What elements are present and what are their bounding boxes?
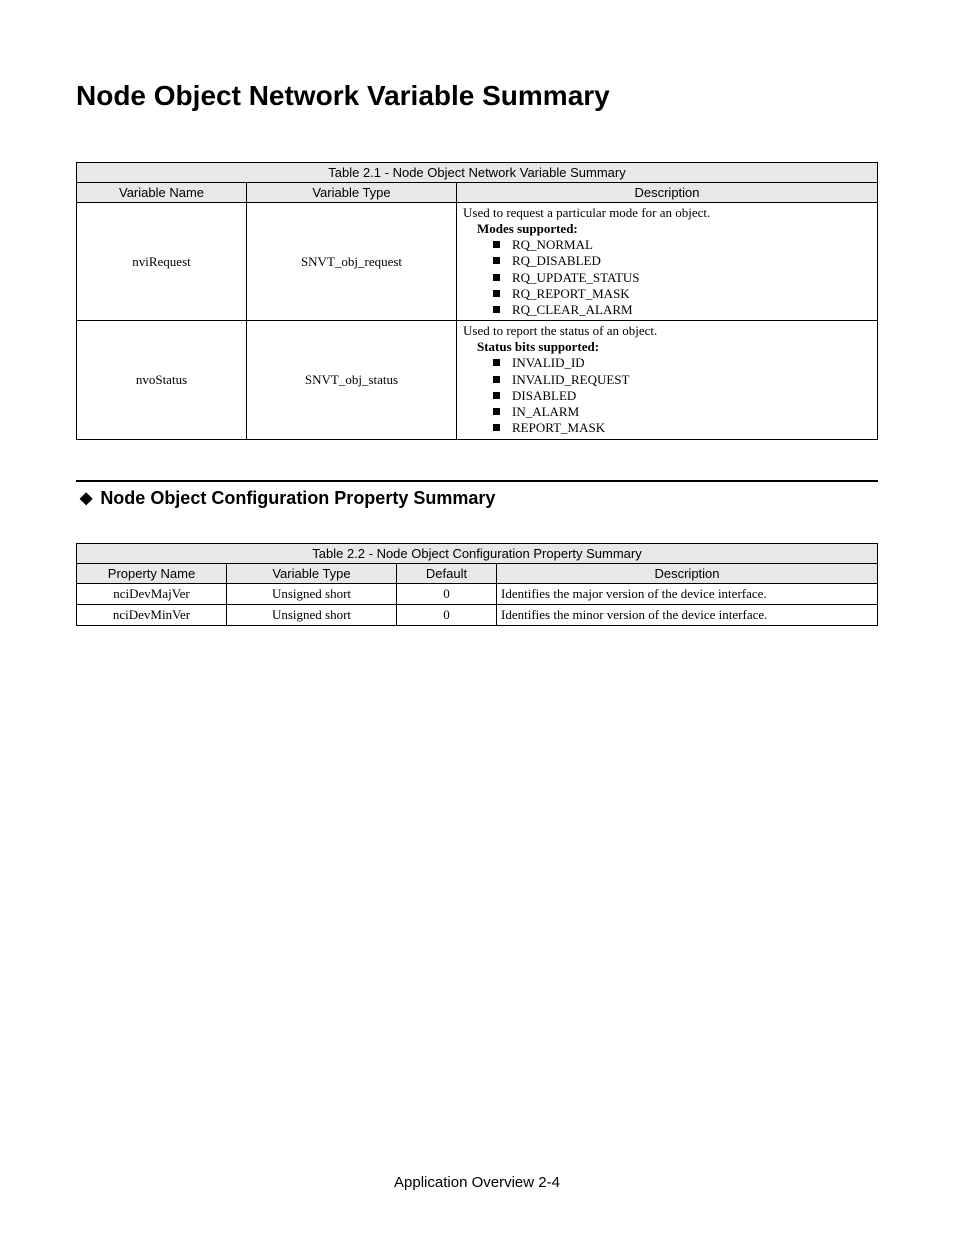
square-bullet-icon: [493, 376, 500, 383]
cell-prop-name: nciDevMinVer: [77, 604, 227, 625]
square-bullet-icon: [493, 359, 500, 366]
list-item: RQ_REPORT_MASK: [512, 286, 630, 301]
cell-default: 0: [397, 604, 497, 625]
list-item: RQ_UPDATE_STATUS: [512, 270, 640, 285]
caption-text: Table 2.2 - Node Object Configuration Pr…: [77, 543, 878, 563]
square-bullet-icon: [493, 424, 500, 431]
square-bullet-icon: [493, 290, 500, 297]
cell-prop-type: Unsigned short: [227, 583, 397, 604]
cell-default: 0: [397, 583, 497, 604]
section-divider: [76, 480, 878, 482]
table-network-vars: Table 2.1 - Node Object Network Variable…: [76, 162, 878, 440]
desc-subhead: Status bits supported:: [477, 339, 599, 354]
square-bullet-icon: [493, 306, 500, 313]
table-row: nviRequest SNVT_obj_request Used to requ…: [77, 203, 878, 321]
col-description: Description: [457, 183, 878, 203]
cell-description: Identifies the minor version of the devi…: [497, 604, 878, 625]
list-item: IN_ALARM: [512, 404, 579, 419]
desc-intro: Used to request a particular mode for an…: [463, 205, 710, 220]
list-item: REPORT_MASK: [512, 420, 605, 435]
col-variable-type: Variable Type: [227, 563, 397, 583]
list-item: INVALID_REQUEST: [512, 372, 629, 387]
table-row: nvoStatus SNVT_obj_status Used to report…: [77, 321, 878, 439]
table-row: nciDevMinVer Unsigned short 0 Identifies…: [77, 604, 878, 625]
square-bullet-icon: [493, 257, 500, 264]
cell-var-type: SNVT_obj_status: [247, 321, 457, 439]
page-footer: Application Overview 2-4: [0, 1174, 954, 1191]
square-bullet-icon: [493, 241, 500, 248]
list-item: RQ_CLEAR_ALARM: [512, 302, 633, 317]
desc-intro: Used to report the status of an object.: [463, 323, 657, 338]
cell-prop-name: nciDevMajVer: [77, 583, 227, 604]
cell-var-name: nvoStatus: [77, 321, 247, 439]
cell-prop-type: Unsigned short: [227, 604, 397, 625]
diamond-icon: ◆: [80, 488, 92, 508]
table-config-props: Table 2.2 - Node Object Configuration Pr…: [76, 543, 878, 626]
col-variable-name: Variable Name: [77, 183, 247, 203]
table-caption: Table 2.2 - Node Object Configuration Pr…: [77, 543, 878, 563]
table-header-row: Variable Name Variable Type Description: [77, 183, 878, 203]
list-item: RQ_DISABLED: [512, 253, 601, 268]
table-header-row: Property Name Variable Type Default Desc…: [77, 563, 878, 583]
cell-var-name: nviRequest: [77, 203, 247, 321]
cell-description: Used to request a particular mode for an…: [457, 203, 878, 321]
desc-subhead: Modes supported:: [477, 221, 578, 236]
list-item: INVALID_ID: [512, 355, 585, 370]
cell-description: Used to report the status of an object. …: [457, 321, 878, 439]
col-description: Description: [497, 563, 878, 583]
col-property-name: Property Name: [77, 563, 227, 583]
list-item: DISABLED: [512, 388, 576, 403]
section-subheading: ◆ Node Object Configuration Property Summ…: [76, 488, 878, 509]
square-bullet-icon: [493, 408, 500, 415]
cell-description: Identifies the major version of the devi…: [497, 583, 878, 604]
col-variable-type: Variable Type: [247, 183, 457, 203]
square-bullet-icon: [493, 274, 500, 281]
cell-var-type: SNVT_obj_request: [247, 203, 457, 321]
table-caption: Table 2.1 - Node Object Network Variable…: [77, 163, 878, 183]
col-default: Default: [397, 563, 497, 583]
list-item: RQ_NORMAL: [512, 237, 593, 252]
table-row: nciDevMajVer Unsigned short 0 Identifies…: [77, 583, 878, 604]
square-bullet-icon: [493, 392, 500, 399]
page-title: Node Object Network Variable Summary: [76, 80, 878, 112]
caption-text: Table 2.1 - Node Object Network Variable…: [77, 163, 878, 183]
subheading-text: Node Object Configuration Property Summa…: [100, 488, 495, 508]
